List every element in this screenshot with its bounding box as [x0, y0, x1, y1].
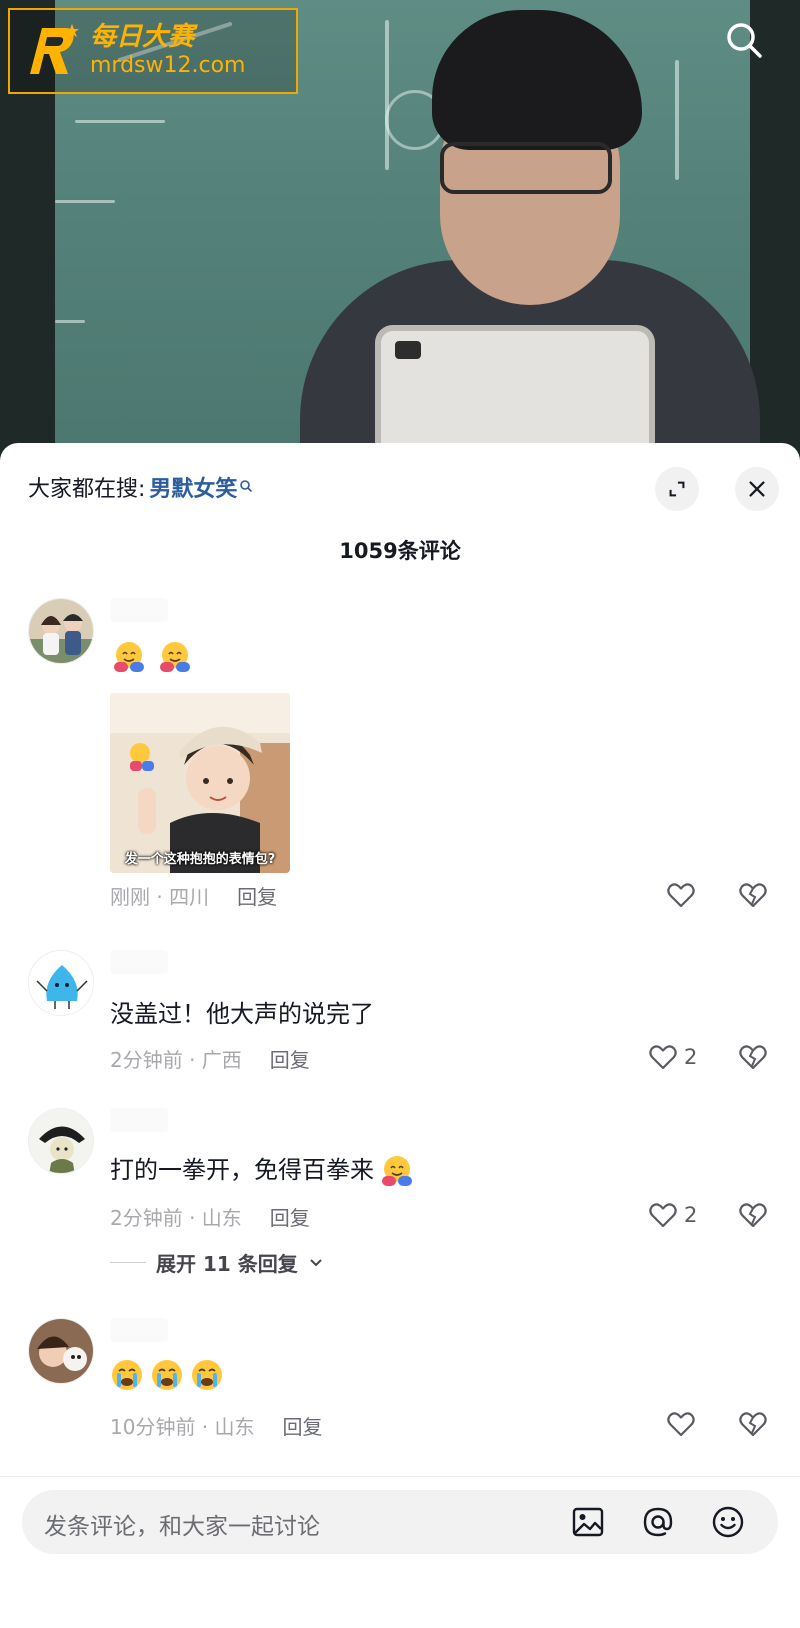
comment-meta: 2分钟前 · 山东 回复: [110, 1202, 310, 1231]
crying-emoji-icon: [150, 1358, 184, 1392]
like-button[interactable]: 2: [648, 1200, 697, 1230]
close-icon: [749, 481, 765, 497]
dislike-button[interactable]: [738, 880, 768, 910]
like-button[interactable]: [666, 880, 702, 910]
comment-count-title: 1059条评论: [339, 539, 461, 563]
expand-replies-label: 展开 11 条回复: [156, 1252, 298, 1276]
heart-icon: [667, 883, 695, 908]
mention-icon[interactable]: [640, 1504, 676, 1540]
username[interactable]: [110, 1318, 168, 1342]
crying-emoji-icon: [110, 1358, 144, 1392]
avatar[interactable]: [28, 1108, 94, 1174]
comment-meta: 刚刚 · 四川 回复: [110, 881, 277, 910]
reply-button[interactable]: 回复: [270, 1048, 310, 1072]
avatar[interactable]: [28, 598, 94, 664]
suggestion-keyword[interactable]: 男默女笑: [149, 471, 237, 503]
reply-button[interactable]: 回复: [237, 885, 277, 909]
sticker-caption: 发一个这种抱抱的表情包?: [124, 852, 276, 867]
search-suggestion[interactable]: 大家都在搜: 男默女笑: [28, 471, 253, 503]
reply-button[interactable]: 回复: [283, 1415, 323, 1439]
hug-emoji-icon: [378, 1152, 416, 1190]
username[interactable]: [110, 950, 168, 974]
like-button[interactable]: [666, 1409, 702, 1439]
person-glasses: [440, 142, 612, 194]
like-button[interactable]: 2: [648, 1042, 697, 1072]
chevron-down-icon: [310, 1258, 322, 1266]
time-location: 刚刚 · 四川: [110, 885, 210, 909]
avatar[interactable]: [28, 950, 94, 1016]
comment-content: 打的一拳开，免得百拳来: [110, 1150, 424, 1190]
broken-heart-icon: [739, 1045, 767, 1070]
small-search-icon: [239, 478, 253, 497]
time-location: 2分钟前 · 山东: [110, 1206, 242, 1230]
brand-r-icon: [22, 22, 80, 80]
comment-emojis: [110, 1358, 230, 1392]
like-count: 2: [684, 1045, 698, 1069]
expand-button[interactable]: [655, 467, 699, 511]
emoji-icon[interactable]: [710, 1504, 746, 1540]
sticker-image[interactable]: 发一个这种抱抱的表情包?: [110, 693, 290, 873]
search-icon[interactable]: [722, 18, 766, 62]
comment-input-placeholder: 发条评论，和大家一起讨论: [44, 1514, 320, 1540]
heart-icon: [649, 1045, 677, 1070]
crying-emoji-icon: [190, 1358, 224, 1392]
divider-line: [110, 1262, 146, 1263]
comment-text: 打的一拳开，免得百拳来: [110, 1156, 374, 1184]
like-count: 2: [684, 1203, 698, 1227]
dislike-button[interactable]: [738, 1042, 768, 1072]
dislike-button[interactable]: [738, 1200, 768, 1230]
avatar[interactable]: [28, 1318, 94, 1384]
image-icon[interactable]: [570, 1504, 606, 1540]
hug-emoji-icon: [156, 638, 194, 676]
divider: [0, 1476, 800, 1477]
comment-meta: 10分钟前 · 山东 回复: [110, 1411, 323, 1440]
comment-emojis: [110, 638, 202, 676]
broken-heart-icon: [739, 1412, 767, 1437]
watermark-logo: 每日大赛 mrdsw12.com: [8, 8, 298, 94]
tablet: [375, 325, 655, 460]
time-location: 2分钟前 · 广西: [110, 1048, 242, 1072]
dislike-button[interactable]: [738, 1409, 768, 1439]
hug-emoji-icon: [110, 638, 148, 676]
username[interactable]: [110, 1108, 168, 1132]
time-location: 10分钟前 · 山东: [110, 1415, 255, 1439]
comment-meta: 2分钟前 · 广西 回复: [110, 1044, 310, 1073]
close-button[interactable]: [735, 467, 779, 511]
expand-icon: [669, 481, 685, 497]
broken-heart-icon: [739, 883, 767, 908]
heart-icon: [649, 1203, 677, 1228]
suggestion-prefix: 大家都在搜:: [28, 477, 146, 502]
broken-heart-icon: [739, 1203, 767, 1228]
watermark-url: mrdsw12.com: [90, 53, 246, 79]
watermark-brand: 每日大赛: [90, 22, 195, 53]
comment-input[interactable]: 发条评论，和大家一起讨论: [22, 1490, 778, 1554]
reply-button[interactable]: 回复: [270, 1206, 310, 1230]
comment-text: 没盖过！他大声的说完了: [110, 1000, 374, 1028]
expand-replies-button[interactable]: 展开 11 条回复: [110, 1248, 324, 1277]
video-player[interactable]: 每日大赛 mrdsw12.com: [0, 0, 800, 460]
username[interactable]: [110, 598, 168, 622]
heart-icon: [667, 1412, 695, 1437]
